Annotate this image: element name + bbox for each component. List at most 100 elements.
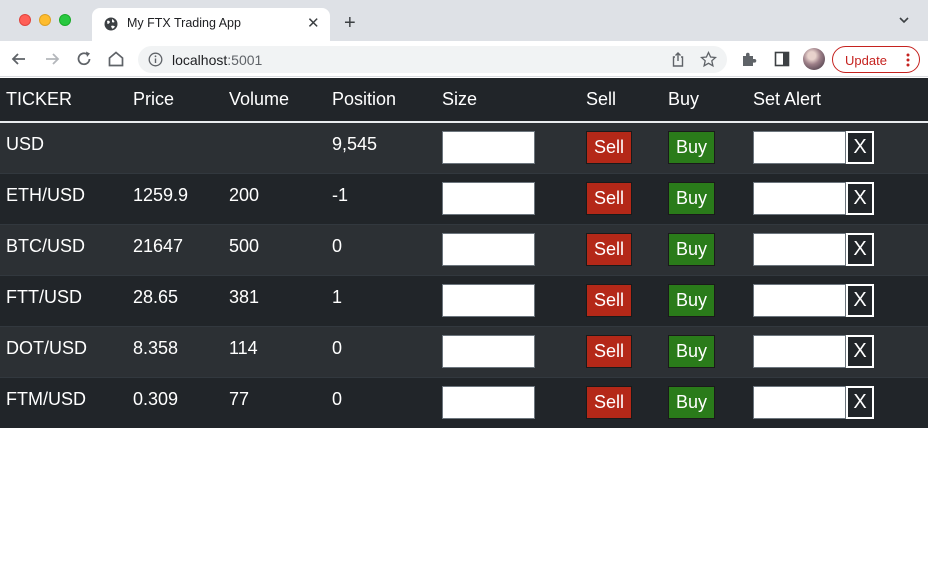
volume-cell: 114	[223, 325, 326, 377]
size-input[interactable]	[442, 182, 535, 215]
clear-alert-button[interactable]: X	[846, 335, 874, 368]
sell-cell: Sell	[580, 223, 662, 275]
address-bar[interactable]: localhost:5001	[138, 46, 727, 73]
url-port: :5001	[227, 52, 263, 68]
sell-cell: Sell	[580, 325, 662, 377]
clear-alert-button[interactable]: X	[846, 182, 874, 215]
home-icon[interactable]	[106, 49, 126, 69]
sell-button[interactable]: Sell	[586, 131, 633, 165]
sell-button[interactable]: Sell	[586, 182, 633, 215]
browser-tab[interactable]: My FTX Trading App ✕	[92, 8, 330, 41]
size-input[interactable]	[442, 131, 535, 165]
header-buy: Buy	[662, 78, 747, 123]
buy-cell: Buy	[662, 376, 747, 428]
tab-close-icon[interactable]: ✕	[307, 15, 320, 33]
back-arrow-icon[interactable]	[9, 49, 29, 69]
chevron-down-icon[interactable]	[898, 14, 910, 26]
position-cell: 0	[326, 223, 436, 275]
price-cell	[127, 121, 223, 173]
size-cell	[436, 274, 580, 326]
header-row: TICKER Price Volume Position Size Sell B…	[0, 78, 928, 123]
alert-input[interactable]	[753, 284, 846, 317]
clear-alert-button[interactable]: X	[846, 131, 874, 165]
position-cell: 1	[326, 274, 436, 326]
size-cell	[436, 376, 580, 428]
buy-cell: Buy	[662, 121, 747, 173]
clear-alert-button[interactable]: X	[846, 386, 874, 420]
position-cell: 0	[326, 325, 436, 377]
profile-avatar[interactable]	[803, 48, 825, 70]
buy-button[interactable]: Buy	[668, 284, 716, 317]
sell-cell: Sell	[580, 274, 662, 326]
side-panel-icon[interactable]	[774, 51, 790, 67]
ticker-table: TICKER Price Volume Position Size Sell B…	[0, 78, 928, 428]
window-close-button[interactable]	[19, 14, 31, 26]
alert-group: X	[753, 386, 928, 420]
buy-button[interactable]: Buy	[668, 182, 716, 215]
size-cell	[436, 223, 580, 275]
ticker-cell: FTT/USD	[0, 274, 127, 326]
alert-cell: X	[747, 121, 928, 173]
price-cell: 1259.9	[127, 172, 223, 224]
new-tab-icon[interactable]: +	[344, 12, 356, 34]
price-cell: 21647	[127, 223, 223, 275]
alert-group: X	[753, 335, 928, 368]
buy-button[interactable]: Buy	[668, 335, 716, 368]
alert-cell: X	[747, 223, 928, 275]
more-vertical-icon[interactable]	[906, 52, 910, 68]
window-maximize-button[interactable]	[59, 14, 71, 26]
info-icon[interactable]	[148, 52, 163, 67]
header-ticker: TICKER	[0, 78, 127, 123]
sell-button[interactable]: Sell	[586, 386, 633, 420]
forward-arrow-icon[interactable]	[42, 49, 62, 69]
ticker-cell: DOT/USD	[0, 325, 127, 377]
volume-cell: 200	[223, 172, 326, 224]
volume-cell: 77	[223, 376, 326, 428]
size-input[interactable]	[442, 284, 535, 317]
header-price: Price	[127, 78, 223, 123]
sell-button[interactable]: Sell	[586, 335, 633, 368]
buy-cell: Buy	[662, 172, 747, 224]
clear-alert-button[interactable]: X	[846, 233, 874, 266]
alert-group: X	[753, 233, 928, 266]
buy-button[interactable]: Buy	[668, 131, 716, 165]
reload-icon[interactable]	[74, 49, 94, 69]
alert-input[interactable]	[753, 386, 846, 420]
url-host: localhost	[172, 52, 228, 68]
share-icon[interactable]	[670, 51, 686, 68]
window-minimize-button[interactable]	[39, 14, 51, 26]
alert-cell: X	[747, 376, 928, 428]
size-cell	[436, 121, 580, 173]
volume-cell: 381	[223, 274, 326, 326]
buy-button[interactable]: Buy	[668, 233, 716, 266]
size-input[interactable]	[442, 386, 535, 420]
buy-cell: Buy	[662, 223, 747, 275]
alert-input[interactable]	[753, 233, 846, 266]
clear-alert-button[interactable]: X	[846, 284, 874, 317]
alert-input[interactable]	[753, 182, 846, 215]
update-button[interactable]: Update	[832, 46, 920, 73]
table-row: USD 9,545 Sell Buy X	[0, 121, 928, 173]
size-input[interactable]	[442, 233, 535, 266]
ticker-cell: USD	[0, 121, 127, 173]
update-label: Update	[845, 53, 887, 68]
alert-cell: X	[747, 325, 928, 377]
extensions-puzzle-icon[interactable]	[740, 50, 758, 68]
volume-cell	[223, 121, 326, 173]
buy-cell: Buy	[662, 274, 747, 326]
sell-button[interactable]: Sell	[586, 284, 633, 317]
alert-input[interactable]	[753, 335, 846, 368]
page-content: TICKER Price Volume Position Size Sell B…	[0, 78, 928, 428]
buy-button[interactable]: Buy	[668, 386, 716, 420]
alert-cell: X	[747, 274, 928, 326]
price-cell: 8.358	[127, 325, 223, 377]
size-input[interactable]	[442, 335, 535, 368]
alert-input[interactable]	[753, 131, 846, 165]
header-set-alert: Set Alert	[747, 78, 928, 123]
bookmark-star-icon[interactable]	[700, 51, 717, 68]
url-text[interactable]: localhost:5001	[172, 52, 262, 68]
header-sell: Sell	[580, 78, 662, 123]
sell-button[interactable]: Sell	[586, 233, 633, 266]
alert-group: X	[753, 284, 928, 317]
position-cell: 9,545	[326, 121, 436, 173]
